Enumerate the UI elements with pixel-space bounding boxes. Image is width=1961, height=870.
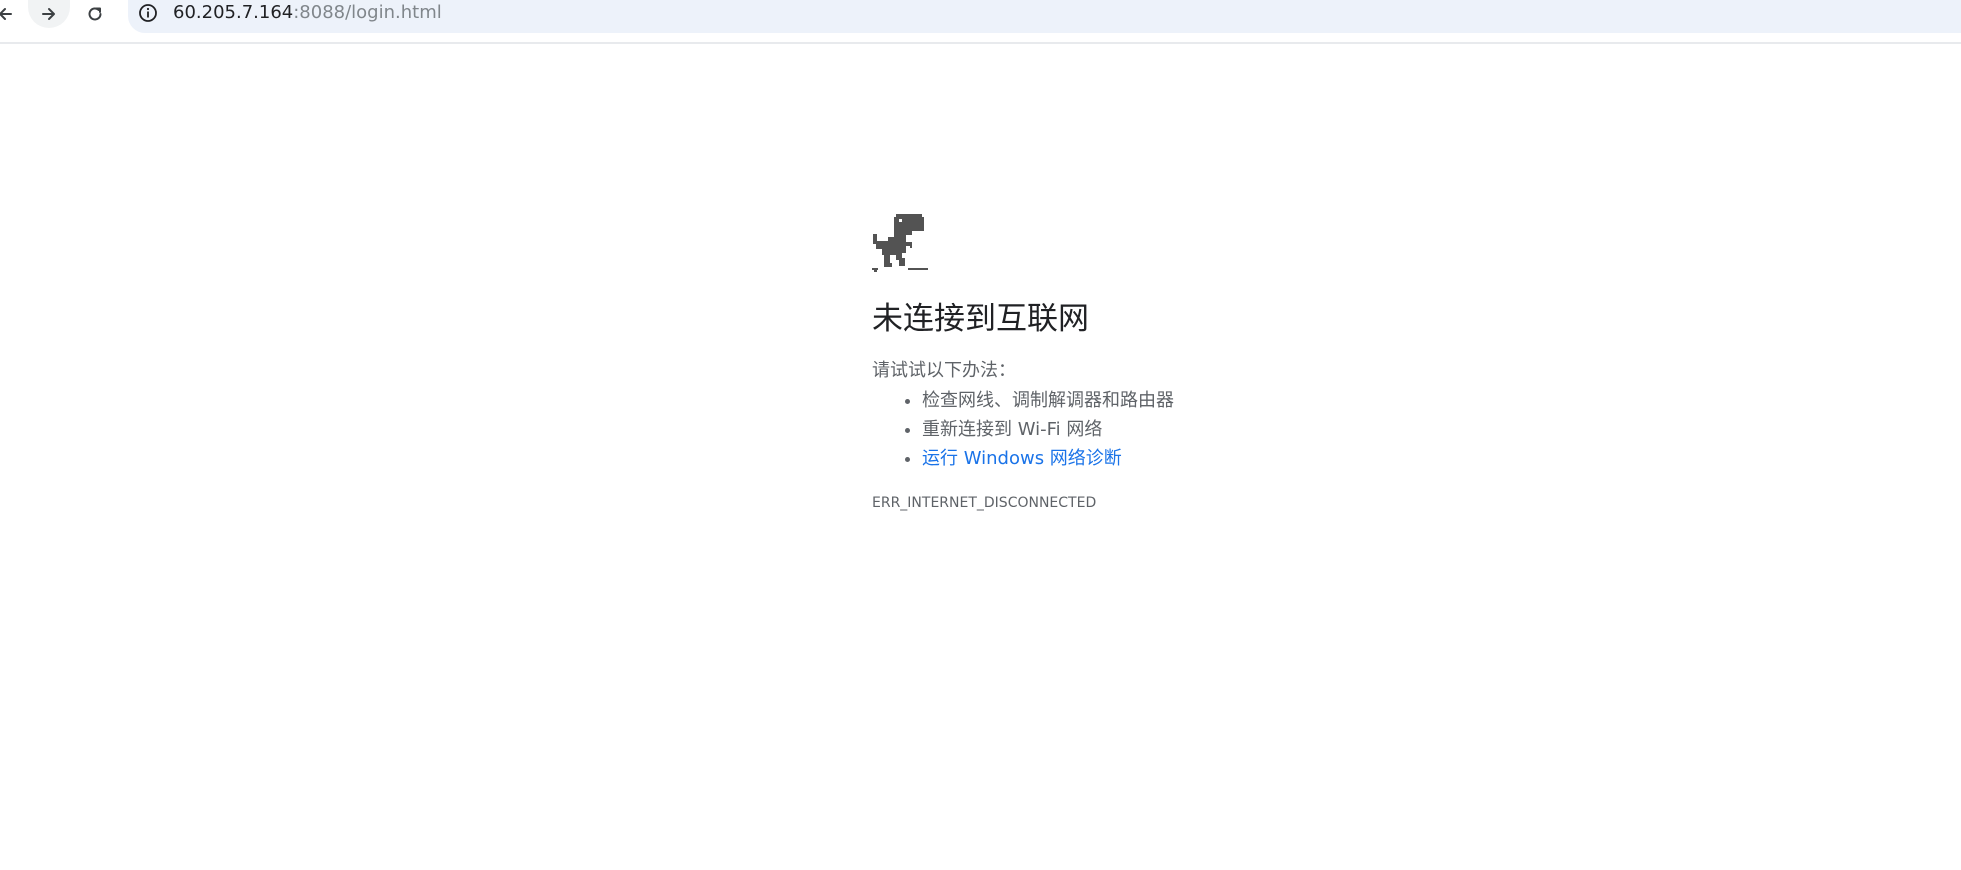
suggestion-item: 重新连接到 Wi-Fi 网络: [922, 415, 1174, 444]
arrow-left-icon: [0, 8, 12, 20]
suggestion-item: 检查网线、调制解调器和路由器: [922, 386, 1174, 415]
address-bar[interactable]: 60.205.7.164:8088/login.html: [128, 0, 1961, 33]
suggestion-item: 运行 Windows 网络诊断: [922, 444, 1174, 473]
reload-button[interactable]: [74, 0, 116, 28]
info-icon[interactable]: [138, 3, 158, 23]
url-host: 60.205.7.164: [173, 2, 294, 23]
windows-diagnostics-link[interactable]: 运行 Windows 网络诊断: [922, 448, 1122, 469]
url-text[interactable]: 60.205.7.164:8088/login.html: [173, 2, 442, 24]
arrow-right-icon: [42, 8, 55, 20]
dino-icon: [872, 214, 928, 272]
suggestions-list: 检查网线、调制解调器和路由器 重新连接到 Wi-Fi 网络 运行 Windows…: [872, 386, 1174, 473]
suggestions-intro: 请试试以下办法：: [872, 360, 1016, 381]
error-code: ERR_INTERNET_DISCONNECTED: [872, 495, 1097, 511]
browser-toolbar: 60.205.7.164:8088/login.html: [0, 0, 1961, 44]
error-title: 未连接到互联网: [872, 301, 1089, 337]
url-path: :8088/login.html: [293, 2, 442, 23]
back-button[interactable]: [0, 0, 26, 28]
reload-icon: [88, 7, 102, 21]
forward-button[interactable]: [28, 0, 70, 28]
